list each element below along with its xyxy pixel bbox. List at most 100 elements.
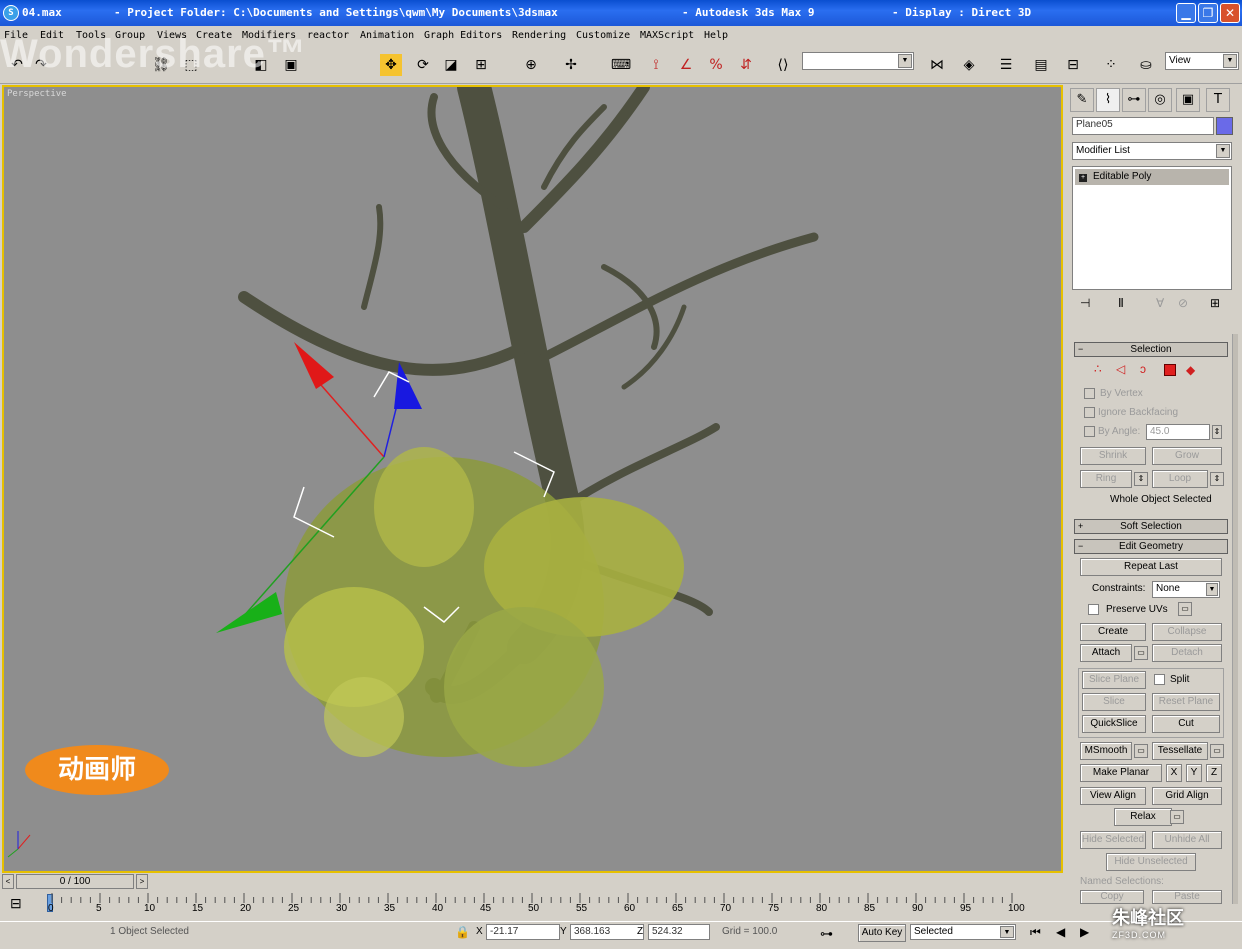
previous-frame-icon[interactable]: ◀ (1056, 925, 1065, 939)
collapse-button[interactable]: Collapse (1152, 623, 1222, 641)
ignore-backfacing-checkbox[interactable] (1084, 407, 1095, 418)
perspective-viewport[interactable]: Perspective (2, 85, 1063, 873)
set-key-icon[interactable]: ⊶ (820, 926, 833, 942)
stack-item-editable-poly[interactable]: + Editable Poly (1075, 169, 1229, 185)
copy-button[interactable]: Copy (1080, 890, 1144, 904)
tessellate-button[interactable]: Tessellate (1152, 742, 1208, 760)
slice-plane-button[interactable]: Slice Plane (1082, 671, 1146, 689)
mirror-icon[interactable]: ⋈ (926, 54, 948, 76)
edit-geometry-rollout-header[interactable]: − Edit Geometry (1074, 539, 1228, 554)
auto-key-button[interactable]: Auto Key (858, 924, 906, 942)
percent-snap-icon[interactable]: % (705, 54, 727, 76)
x-coordinate-field[interactable]: -21.17 (486, 924, 560, 940)
schematic-view-icon[interactable]: ⊟ (1062, 54, 1084, 76)
pivot-center-icon[interactable]: ⊕ (520, 54, 542, 76)
slice-button[interactable]: Slice (1082, 693, 1146, 711)
hierarchy-tab-icon[interactable]: ⊶ (1122, 88, 1146, 112)
constraints-dropdown[interactable]: None ▼ (1152, 581, 1220, 598)
view-align-button[interactable]: View Align (1080, 787, 1146, 805)
z-coordinate-field[interactable]: 524.32 (648, 924, 710, 940)
material-editor-icon[interactable]: ⁘ (1100, 54, 1122, 76)
y-coordinate-field[interactable]: 368.163 (570, 924, 644, 940)
maximize-button[interactable]: ❐ (1198, 3, 1218, 23)
menu-animation[interactable]: Animation (360, 30, 414, 41)
menu-customize[interactable]: Customize (576, 30, 630, 41)
repeat-last-button[interactable]: Repeat Last (1080, 558, 1222, 576)
render-type-dropdown[interactable]: View ▼ (1165, 52, 1239, 70)
ring-button[interactable]: Ring (1080, 470, 1132, 488)
menu-reactor[interactable]: reactor (307, 30, 349, 41)
remove-modifier-icon[interactable]: ⊘ (1178, 296, 1188, 310)
angle-snap-icon[interactable]: ∠ (675, 54, 697, 76)
relax-button[interactable]: Relax (1114, 808, 1172, 826)
detach-button[interactable]: Detach (1152, 644, 1222, 662)
manipulate-icon[interactable]: ✢ (560, 54, 582, 76)
time-next-arrow-icon[interactable]: > (136, 874, 148, 889)
paste-button[interactable]: Paste (1152, 890, 1222, 904)
edge-mode-icon[interactable]: ◁ (1116, 362, 1125, 376)
menu-help[interactable]: Help (704, 30, 728, 41)
go-to-start-icon[interactable]: ⏮ (1030, 925, 1041, 940)
close-button[interactable]: ✕ (1220, 3, 1240, 23)
planar-x-button[interactable]: X (1166, 764, 1182, 782)
create-tab-icon[interactable]: ✎ (1070, 88, 1094, 112)
pin-stack-icon[interactable]: ⊣ (1080, 296, 1090, 310)
planar-y-button[interactable]: Y (1186, 764, 1202, 782)
hide-selected-button[interactable]: Hide Selected (1080, 831, 1146, 849)
split-checkbox[interactable] (1154, 674, 1165, 685)
tessellate-settings-button[interactable]: ▭ (1210, 744, 1224, 758)
element-mode-icon[interactable]: ◆ (1186, 363, 1195, 377)
unhide-all-button[interactable]: Unhide All (1152, 831, 1222, 849)
menu-graph-editors[interactable]: Graph Editors (424, 30, 502, 41)
polygon-mode-icon[interactable] (1164, 364, 1176, 376)
app-icon[interactable]: S (3, 5, 19, 21)
mini-curve-editor-icon[interactable]: ⊟ (10, 895, 22, 912)
menu-maxscript[interactable]: MAXScript (640, 30, 694, 41)
reference-coord-icon[interactable]: ⊞ (470, 54, 492, 76)
shrink-button[interactable]: Shrink (1080, 447, 1146, 465)
msmooth-button[interactable]: MSmooth (1080, 742, 1132, 760)
select-scale-icon[interactable]: ◪ (440, 54, 462, 76)
track-bar[interactable]: ⊟ 0 5 10 15 20 25 30 35 40 45 50 55 60 65 70 75 80 85 90 95… (0, 891, 1066, 921)
relax-settings-button[interactable]: ▭ (1170, 810, 1184, 824)
attach-button[interactable]: Attach (1080, 644, 1132, 662)
soft-selection-rollout-header[interactable]: + Soft Selection (1074, 519, 1228, 534)
by-angle-spinner[interactable]: 45.0 (1146, 424, 1210, 440)
loop-spinner[interactable]: ⇕ (1210, 472, 1224, 486)
by-angle-spinner-arrows[interactable]: ⇕ (1212, 425, 1222, 439)
reset-plane-button[interactable]: Reset Plane (1152, 693, 1220, 711)
make-unique-icon[interactable]: ∀ (1156, 296, 1164, 310)
border-mode-icon[interactable]: ↄ (1140, 362, 1146, 376)
grid-align-button[interactable]: Grid Align (1152, 787, 1222, 805)
attach-list-button[interactable]: ▭ (1134, 646, 1148, 660)
object-color-swatch[interactable] (1216, 117, 1233, 135)
time-slider-thumb[interactable]: 0 / 100 (16, 874, 134, 889)
quickslice-button[interactable]: QuickSlice (1082, 715, 1146, 733)
menu-rendering[interactable]: Rendering (512, 30, 566, 41)
by-vertex-checkbox[interactable] (1084, 388, 1095, 399)
minimize-button[interactable]: ▁ (1176, 3, 1196, 23)
render-scene-icon[interactable]: ⛀ (1135, 54, 1157, 76)
curve-editor-icon[interactable]: ▤ (1030, 54, 1052, 76)
display-tab-icon[interactable]: ▣ (1176, 88, 1200, 112)
msmooth-settings-button[interactable]: ▭ (1134, 744, 1148, 758)
keyboard-shortcut-icon[interactable]: ⌨ (610, 54, 632, 76)
grow-button[interactable]: Grow (1152, 447, 1222, 465)
by-angle-checkbox[interactable] (1084, 426, 1095, 437)
modify-tab-icon[interactable]: ⌇ (1096, 88, 1120, 112)
layer-manager-icon[interactable]: ☰ (995, 54, 1017, 76)
select-move-icon[interactable]: ✥ (380, 54, 402, 76)
select-rotate-icon[interactable]: ⟳ (412, 54, 434, 76)
align-icon[interactable]: ◈ (958, 54, 980, 76)
time-prev-arrow-icon[interactable]: < (2, 874, 14, 889)
snaps-toggle-icon[interactable]: ⟟ (645, 54, 667, 76)
cut-button[interactable]: Cut (1152, 715, 1220, 733)
configure-sets-icon[interactable]: ⊞ (1210, 296, 1220, 310)
vertex-mode-icon[interactable]: ∴ (1094, 362, 1102, 376)
object-name-field[interactable]: Plane05 (1072, 117, 1214, 135)
preserve-uvs-checkbox[interactable] (1088, 604, 1099, 615)
planar-z-button[interactable]: Z (1206, 764, 1222, 782)
gizmo-y-cone[interactable] (216, 592, 282, 633)
spinner-snap-icon[interactable]: ⇵ (735, 54, 757, 76)
loop-button[interactable]: Loop (1152, 470, 1208, 488)
